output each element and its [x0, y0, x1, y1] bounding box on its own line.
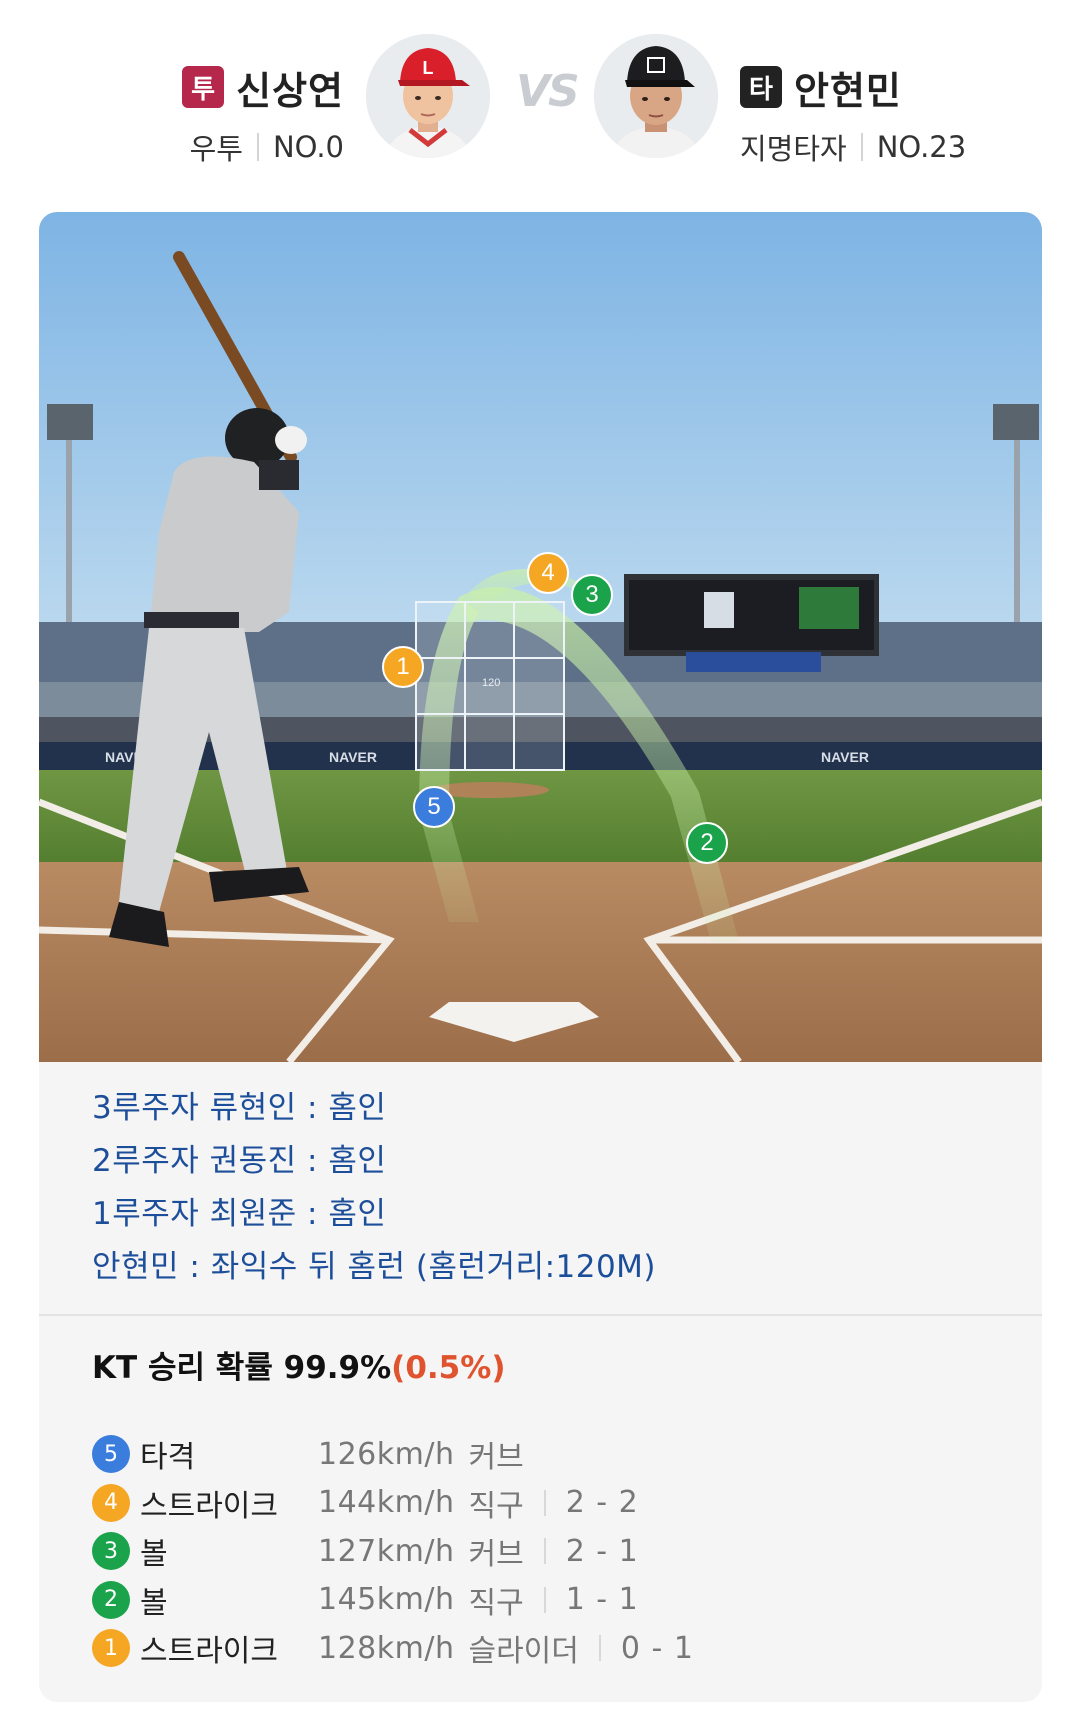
- pitch-divider: [543, 1586, 546, 1613]
- win-probability: KT 승리 확률 99.9%(0.5%): [92, 1342, 505, 1387]
- pitch-number-badge: 5: [92, 1435, 130, 1474]
- result-line: 3루주자 류현인 : 홈인: [92, 1090, 387, 1126]
- pitcher-name[interactable]: 신상연: [236, 60, 344, 115]
- batter-photo-icon: [594, 34, 718, 158]
- win-probability-label: KT 승리 확률 99.9%: [92, 1350, 392, 1386]
- pitch-row[interactable]: 1 스트라이크 128km/h 슬라이더 0 - 1: [92, 1624, 694, 1673]
- section-divider: [39, 1314, 1042, 1316]
- pitch-marker-4[interactable]: 4: [527, 552, 569, 594]
- pitch-speed: 144km/h: [318, 1485, 455, 1521]
- pitch-speed: 128km/h: [318, 1630, 455, 1666]
- pitch-type: 직구: [468, 1585, 524, 1621]
- stadium-illustration: NAVER NAVER NAVER 120: [39, 212, 1042, 1062]
- pitch-number-badge: 1: [92, 1629, 130, 1668]
- marker-number: 4: [541, 559, 555, 586]
- meta-divider: [256, 133, 259, 161]
- pitch-result: 타격: [140, 1440, 196, 1476]
- pitch-speed: 145km/h: [318, 1582, 455, 1618]
- pitch-number-badge: 3: [92, 1532, 130, 1571]
- pitcher-photo-icon: L: [366, 34, 490, 158]
- pitcher-badge: 투: [182, 66, 225, 108]
- result-line: 1루주자 최원준 : 홈인: [92, 1196, 387, 1232]
- pitcher-info[interactable]: 투 신상연 우투 NO.0: [182, 62, 344, 168]
- pitch-marker-5[interactable]: 5: [413, 786, 455, 828]
- pitch-speed: 126km/h: [318, 1436, 455, 1472]
- marker-number: 5: [427, 793, 441, 820]
- result-line: 2루주자 권동진 : 홈인: [92, 1143, 387, 1179]
- batter-badge: 타: [740, 66, 782, 108]
- pitch-type: 슬라이더: [468, 1634, 579, 1670]
- pitch-count: 1 - 1: [565, 1582, 639, 1618]
- play-card: NAVER NAVER NAVER 120 1 2 3 4 5 3루주자 류현인…: [39, 212, 1042, 1702]
- pitch-speed: 127km/h: [318, 1533, 455, 1569]
- pitch-number-badge: 4: [92, 1483, 130, 1522]
- pitch-row[interactable]: 3 볼 127km/h 커브 2 - 1: [92, 1527, 694, 1576]
- pitch-result: 스트라이크: [140, 1488, 278, 1524]
- pitch-divider: [598, 1635, 601, 1662]
- marker-number: 1: [396, 653, 410, 680]
- pitch-result: 스트라이크: [140, 1634, 278, 1670]
- pitch-count: 2 - 1: [565, 1533, 639, 1569]
- pitch-row[interactable]: 5 타격 126km/h 커브: [92, 1430, 694, 1479]
- pitch-list: 5 타격 126km/h 커브 4 스트라이크 144km/h 직구 2 - 2…: [92, 1430, 694, 1673]
- result-line: 안현민 : 좌익수 뒤 홈런 (홈런거리:120M): [92, 1249, 657, 1285]
- pitch-result: 볼: [140, 1585, 168, 1621]
- pitch-marker-2[interactable]: 2: [686, 822, 728, 864]
- pitch-marker-1[interactable]: 1: [382, 646, 424, 688]
- pitch-number-badge: 2: [92, 1580, 130, 1619]
- batter-name[interactable]: 안현민: [794, 60, 902, 115]
- pitch-count: 2 - 2: [565, 1485, 639, 1521]
- batter-info[interactable]: 타 안현민 지명타자 NO.23: [740, 62, 966, 168]
- win-probability-delta: (0.5%): [391, 1350, 506, 1386]
- play-results: 3루주자 류현인 : 홈인 2루주자 권동진 : 홈인 1루주자 최원준 : 홈…: [92, 1082, 656, 1294]
- ad-banner-mid: NAVER: [329, 749, 377, 765]
- pitch-type: 직구: [468, 1488, 524, 1524]
- pitch-result: 볼: [140, 1537, 168, 1573]
- pitch-type: 커브: [468, 1440, 524, 1476]
- marker-number: 2: [700, 829, 714, 856]
- batter-avatar[interactable]: [594, 34, 718, 158]
- batter-number: NO.23: [876, 130, 967, 164]
- ad-banner-right: NAVER: [821, 749, 869, 765]
- svg-text:L: L: [423, 58, 434, 78]
- pitch-field-view: NAVER NAVER NAVER 120 1 2 3 4 5: [39, 212, 1042, 1062]
- matchup-header: 투 신상연 우투 NO.0 L VS 타 안현민 지명타자 NO.23: [0, 0, 1080, 200]
- pitcher-position: 우투: [189, 132, 243, 166]
- pitch-count: 0 - 1: [620, 1630, 694, 1666]
- zone-distance-label: 120: [482, 677, 500, 689]
- meta-divider: [860, 133, 863, 161]
- pitcher-avatar[interactable]: L: [366, 34, 490, 158]
- pitch-row[interactable]: 4 스트라이크 144km/h 직구 2 - 2: [92, 1479, 694, 1528]
- marker-number: 3: [585, 581, 599, 608]
- pitch-marker-3[interactable]: 3: [571, 574, 613, 616]
- pitch-row[interactable]: 2 볼 145km/h 직구 1 - 1: [92, 1576, 694, 1625]
- vs-label: VS: [516, 66, 580, 117]
- pitcher-number: NO.0: [272, 130, 344, 164]
- batter-position: 지명타자: [740, 132, 847, 166]
- pitch-type: 커브: [468, 1537, 524, 1573]
- pitch-divider: [543, 1489, 546, 1516]
- pitch-divider: [543, 1538, 546, 1565]
